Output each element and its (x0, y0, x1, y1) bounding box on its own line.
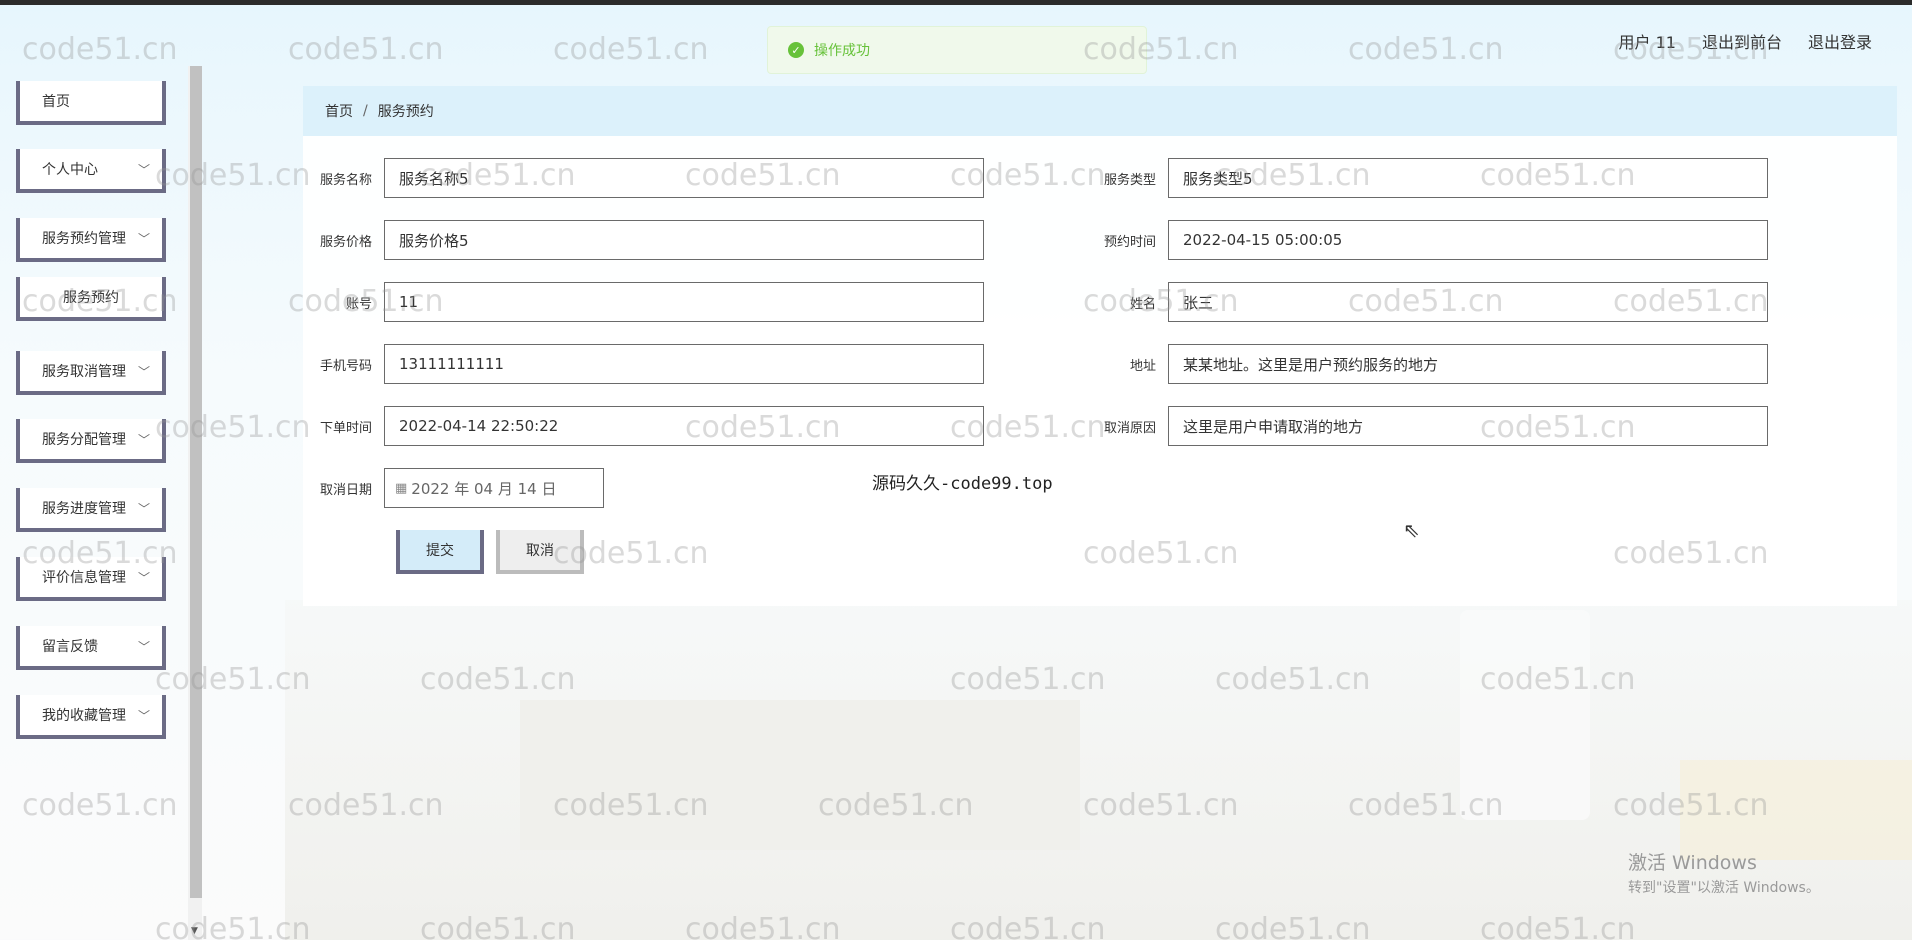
appointment-time-input[interactable]: 2022-04-15 05:00:05 (1168, 220, 1768, 260)
field-label: 预约时间 (1103, 234, 1156, 250)
sidebar-item-progress-management[interactable]: 服务进度管理 ﹀ (16, 488, 166, 532)
sidebar-item-personal-center[interactable]: 个人中心 ﹀ (16, 149, 166, 193)
sidebar-item-label: 个人中心 (42, 162, 98, 178)
field-service-price: 服务价格 服务价格5 (314, 220, 984, 260)
field-service-type: 服务类型 服务类型5 (1098, 158, 1768, 198)
scroll-down-arrow-icon[interactable]: ▼ (191, 926, 198, 936)
toast-message: 操作成功 (814, 43, 870, 59)
field-order-time: 下单时间 2022-04-14 22:50:22 (314, 406, 984, 446)
breadcrumb-separator: / (363, 103, 368, 119)
field-account: 账号 11 (314, 282, 984, 322)
windows-activation-subtitle: 转到"设置"以激活 Windows。 (1628, 880, 1820, 896)
field-label: 服务类型 (1103, 172, 1156, 188)
sidebar-item-assignment-management[interactable]: 服务分配管理 ﹀ (16, 419, 166, 463)
sidebar: 首页 个人中心 ﹀ 服务预约管理 ﹀ 服务预约 服务取消管理 ﹀ 服务分配管理 … (0, 66, 202, 940)
cancel-date-value: 2022 年 04 月 14 日 (411, 479, 557, 498)
field-cancel-reason: 取消原因 这里是用户申请取消的地方 (1098, 406, 1768, 446)
field-name: 姓名 张三 (1098, 282, 1768, 322)
cancel-reason-input[interactable]: 这里是用户申请取消的地方 (1168, 406, 1768, 446)
field-cancel-date: 取消日期 ▦ 2022 年 04 月 14 日 (314, 468, 604, 508)
mouse-cursor-icon: ⇖ (1403, 518, 1420, 542)
cancel-date-picker[interactable]: ▦ 2022 年 04 月 14 日 (384, 468, 604, 508)
field-phone: 手机号码 13111111111 (314, 344, 984, 384)
field-label: 姓名 (1129, 296, 1156, 312)
sidebar-scrollbar-thumb[interactable] (190, 66, 202, 898)
chevron-down-icon: ﹀ (137, 163, 150, 177)
sidebar-item-label: 服务取消管理 (42, 364, 126, 380)
sidebar-item-favorites-management[interactable]: 我的收藏管理 ﹀ (16, 695, 166, 739)
service-price-input[interactable]: 服务价格5 (384, 220, 984, 260)
field-label: 取消原因 (1103, 420, 1156, 436)
check-circle-icon: ✓ (788, 42, 804, 58)
sidebar-item-label: 服务分配管理 (42, 432, 126, 448)
account-input[interactable]: 11 (384, 282, 984, 322)
field-label: 地址 (1129, 358, 1156, 374)
sidebar-item-label: 服务进度管理 (42, 501, 126, 517)
field-address: 地址 某某地址。这里是用户预约服务的地方 (1098, 344, 1768, 384)
exit-to-front-link[interactable]: 退出到前台 (1702, 29, 1782, 53)
sidebar-item-cancel-management[interactable]: 服务取消管理 ﹀ (16, 351, 166, 395)
field-label: 服务名称 (319, 172, 372, 188)
name-input[interactable]: 张三 (1168, 282, 1768, 322)
background-decoration (520, 700, 1080, 850)
field-label: 下单时间 (319, 420, 372, 436)
field-label: 取消日期 (319, 482, 372, 498)
sidebar-item-label: 首页 (42, 94, 70, 110)
logout-link[interactable]: 退出登录 (1808, 29, 1872, 53)
breadcrumb-home[interactable]: 首页 (325, 101, 353, 121)
service-type-input[interactable]: 服务类型5 (1168, 158, 1768, 198)
field-label: 服务价格 (319, 234, 372, 250)
field-label: 手机号码 (319, 358, 372, 374)
windows-activation-notice: 激活 Windows 转到"设置"以激活 Windows。 (1628, 848, 1820, 897)
background-decoration (1460, 610, 1590, 820)
header-actions: 用户 11 退出到前台 退出登录 (1619, 29, 1872, 53)
address-input[interactable]: 某某地址。这里是用户预约服务的地方 (1168, 344, 1768, 384)
sidebar-item-label: 评价信息管理 (42, 570, 126, 586)
field-label: 账号 (345, 296, 372, 312)
field-service-name: 服务名称 服务名称5 (314, 158, 984, 198)
field-appointment-time: 预约时间 2022-04-15 05:00:05 (1098, 220, 1768, 260)
sidebar-item-label: 留言反馈 (42, 639, 98, 655)
chevron-down-icon: ﹀ (137, 502, 150, 516)
background-decoration (1680, 760, 1912, 860)
sidebar-item-home[interactable]: 首页 (16, 81, 166, 125)
service-name-input[interactable]: 服务名称5 (384, 158, 984, 198)
submit-button[interactable]: 提交 (396, 530, 484, 574)
order-time-input[interactable]: 2022-04-14 22:50:22 (384, 406, 984, 446)
chevron-down-icon: ﹀ (137, 640, 150, 654)
sidebar-item-label: 我的收藏管理 (42, 708, 126, 724)
chevron-down-icon: ﹀ (137, 709, 150, 723)
success-toast: ✓ 操作成功 (767, 26, 1147, 74)
chevron-down-icon: ﹀ (137, 365, 150, 379)
sidebar-item-appointment-management[interactable]: 服务预约管理 ﹀ (16, 218, 166, 262)
sidebar-item-label: 服务预约管理 (42, 231, 126, 247)
cancel-button[interactable]: 取消 (496, 530, 584, 574)
main-content: 首页 / 服务预约 服务名称 服务名称5 服务类型 服务类型5 服务价格 服务价… (303, 86, 1897, 606)
breadcrumb: 首页 / 服务预约 (303, 86, 1897, 136)
sidebar-subitem-appointment[interactable]: 服务预约 (16, 277, 166, 321)
chevron-down-icon: ﹀ (137, 571, 150, 585)
user-label[interactable]: 用户 11 (1619, 29, 1676, 53)
calendar-icon: ▦ (395, 480, 408, 496)
phone-input[interactable]: 13111111111 (384, 344, 984, 384)
windows-activation-title: 激活 Windows (1628, 852, 1757, 874)
chevron-down-icon: ﹀ (137, 232, 150, 246)
sidebar-item-feedback[interactable]: 留言反馈 ﹀ (16, 626, 166, 670)
source-watermark-text: 源码久久-code99.top (872, 474, 1053, 494)
breadcrumb-current: 服务预约 (377, 104, 434, 120)
sidebar-item-label: 服务预约 (63, 290, 119, 306)
sidebar-item-review-management[interactable]: 评价信息管理 ﹀ (16, 557, 166, 601)
chevron-down-icon: ﹀ (137, 433, 150, 447)
